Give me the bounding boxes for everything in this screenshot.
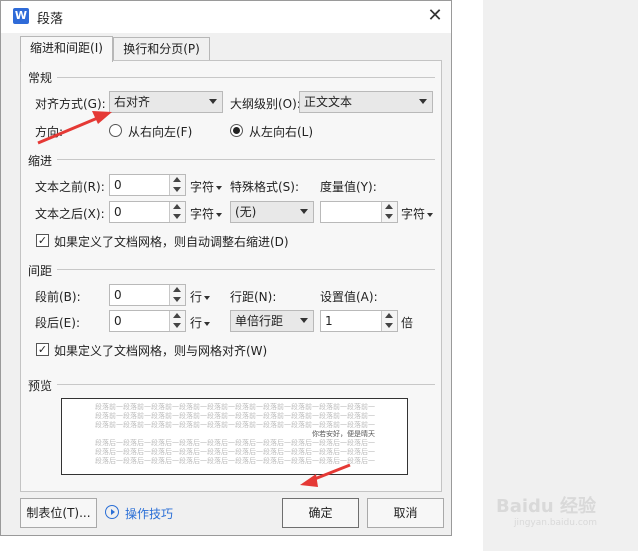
baidu-watermark-logo: Baidu 经验 <box>496 496 597 517</box>
tab-indent-spacing[interactable]: 缩进和间距(I) <box>20 36 113 62</box>
annotation-arrowhead <box>300 474 318 487</box>
baidu-watermark-url: jingyan.baidu.com <box>514 518 598 528</box>
annotation-arrows <box>37 111 351 487</box>
annotation-arrowhead <box>92 111 112 124</box>
annotation-arrow-ok <box>311 463 351 482</box>
annotation-arrow-alignment <box>37 115 101 145</box>
